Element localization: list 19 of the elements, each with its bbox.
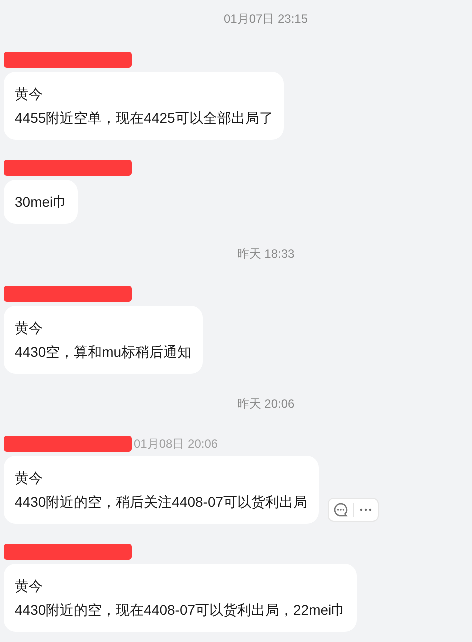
message-text: 黄今: [15, 319, 44, 338]
message-bubble[interactable]: 黄今 4455附近空单，现在4425可以全部出局了: [4, 72, 284, 140]
message-text: 黄今: [15, 469, 44, 488]
message-text: 4455附近空单，现在4425可以全部出局了: [15, 109, 274, 128]
message-text: 黄今: [15, 577, 44, 596]
message-bubble[interactable]: 黄今 4430附近的空，现在4408-07可以货利出局，22mei巾: [4, 564, 357, 632]
timestamp: 昨天 18:33: [237, 246, 295, 262]
message-text: 30mei巾: [15, 193, 68, 212]
message-text: 4430附近的空，稍后关注4408-07可以货利出局: [15, 493, 308, 512]
message-bubble[interactable]: 黄今 4430附近的空，稍后关注4408-07可以货利出局: [4, 456, 319, 524]
message-text: 黄今: [15, 85, 44, 104]
timestamp: 01月07日 23:15: [224, 11, 308, 27]
message-time: 01月08日 20:06: [134, 436, 218, 453]
timestamp: 昨天 20:06: [237, 396, 295, 412]
message-text: 4430附近的空，现在4408-07可以货利出局，22mei巾: [15, 601, 346, 620]
message-bubble[interactable]: 黄今 4430空，算和mu标稍后通知: [4, 306, 203, 374]
message-text: 4430空，算和mu标稍后通知: [15, 343, 192, 362]
message-bubble[interactable]: 30mei巾: [4, 180, 78, 224]
comment-icon[interactable]: [332, 502, 349, 518]
